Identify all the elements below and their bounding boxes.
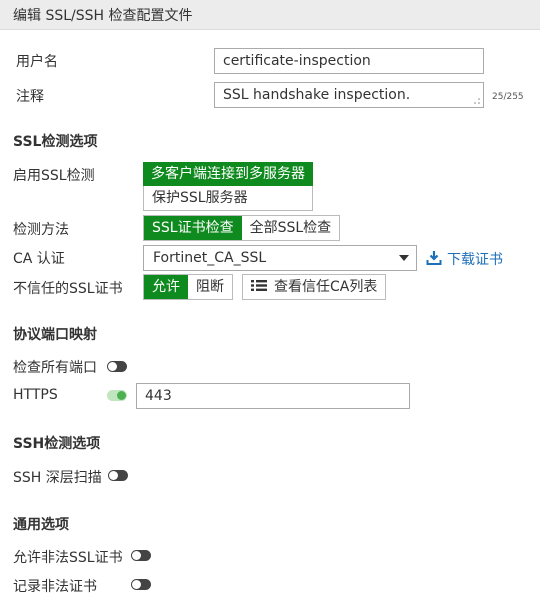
- option-full-inspection[interactable]: 全部SSL检查: [242, 216, 340, 240]
- option-multi-client[interactable]: 多客户端连接到多服务器: [143, 162, 313, 186]
- untrusted-cert-toggle: 允许 阻断: [143, 274, 233, 300]
- port-section-title: 协议端口映射: [13, 327, 97, 343]
- comment-char-counter: 25/255: [492, 92, 524, 102]
- download-cert-label: 下载证书: [447, 252, 503, 268]
- dialog-title: 编辑 SSL/SSH 检查配置文件: [13, 8, 193, 24]
- option-cert-inspection[interactable]: SSL证书检查: [144, 216, 242, 240]
- enable-ssl-label: 启用SSL检测: [13, 168, 95, 184]
- comment-textarea[interactable]: SSL handshake inspection.: [214, 82, 484, 108]
- inspect-all-ports-toggle[interactable]: [107, 361, 127, 372]
- inspect-all-ports-label: 检查所有端口: [13, 360, 97, 376]
- ssh-deep-scan-label: SSH 深层扫描: [13, 470, 102, 486]
- common-section-title: 通用选项: [13, 517, 69, 533]
- ca-cert-select[interactable]: Fortinet_CA_SSL: [143, 245, 417, 271]
- ssh-section-title: SSH检测选项: [13, 436, 101, 452]
- download-icon: [426, 251, 442, 265]
- resize-grip-icon[interactable]: [473, 97, 481, 105]
- list-icon: [251, 280, 267, 291]
- view-trusted-ca-label: 查看信任CA列表: [274, 279, 378, 295]
- allow-invalid-ssl-label: 允许非法SSL证书: [13, 550, 123, 566]
- username-input[interactable]: certificate-inspection: [214, 48, 484, 74]
- allow-invalid-ssl-toggle[interactable]: [131, 550, 151, 561]
- dialog-titlebar: 编辑 SSL/SSH 检查配置文件: [0, 0, 540, 30]
- log-invalid-cert-toggle[interactable]: [131, 579, 151, 590]
- log-invalid-cert-label: 记录非法证书: [13, 579, 97, 595]
- comment-text: SSL handshake inspection.: [223, 87, 411, 103]
- https-toggle[interactable]: [107, 390, 127, 401]
- enable-ssl-options: 多客户端连接到多服务器 保护SSL服务器: [143, 162, 313, 211]
- ssl-section-title: SSL检测选项: [13, 134, 98, 150]
- chevron-down-icon: [399, 255, 409, 261]
- https-port-input[interactable]: 443: [136, 383, 410, 409]
- ca-cert-value: Fortinet_CA_SSL: [153, 250, 267, 266]
- https-label: HTTPS: [13, 387, 58, 403]
- view-trusted-ca-button[interactable]: 查看信任CA列表: [242, 274, 387, 300]
- inspection-method-toggle: SSL证书检查 全部SSL检查: [143, 215, 341, 241]
- ca-cert-label: CA 认证: [13, 251, 65, 267]
- inspection-method-label: 检测方法: [13, 222, 69, 238]
- comment-label: 注释: [16, 89, 44, 105]
- untrusted-cert-label: 不信任的SSL证书: [13, 281, 123, 297]
- username-label: 用户名: [16, 54, 58, 70]
- option-block[interactable]: 阻断: [188, 275, 232, 299]
- ssh-deep-scan-toggle[interactable]: [108, 470, 128, 481]
- option-protect-server[interactable]: 保护SSL服务器: [143, 186, 313, 211]
- download-cert-link[interactable]: 下载证书: [426, 249, 503, 269]
- option-allow[interactable]: 允许: [144, 275, 188, 299]
